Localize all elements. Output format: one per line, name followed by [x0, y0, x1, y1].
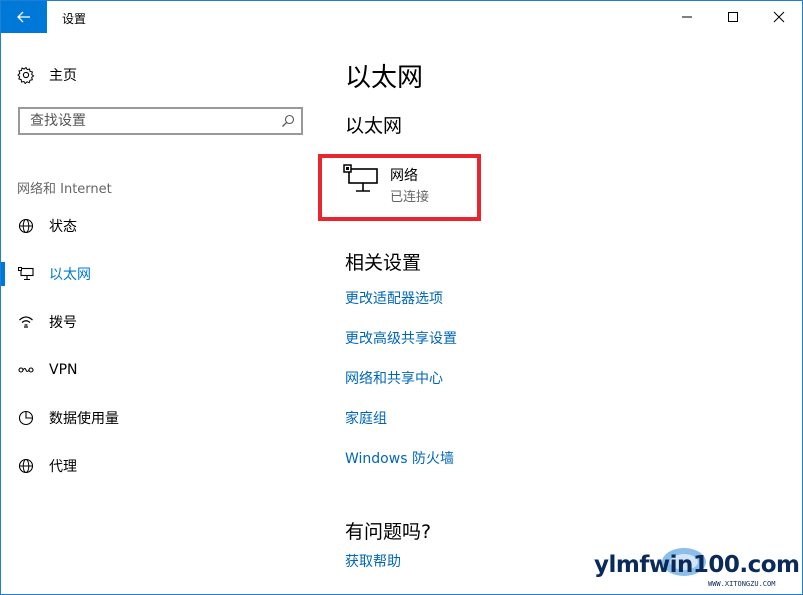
close-icon [773, 11, 785, 23]
sidebar-item-label: VPN [49, 362, 78, 378]
ethernet-icon [343, 164, 378, 192]
dialup-icon [17, 314, 35, 330]
related-settings-heading: 相关设置 [345, 252, 422, 274]
home-nav-item[interactable]: 主页 [17, 65, 77, 85]
minimize-icon [682, 16, 692, 18]
advanced-sharing-settings-link[interactable]: 更改高级共享设置 [345, 328, 457, 348]
sidebar-item-label: 拨号 [49, 315, 77, 331]
network-connection-tile[interactable]: 网络 已连接 [343, 164, 473, 206]
minimize-button[interactable] [664, 1, 710, 33]
search-icon[interactable] [281, 114, 295, 128]
windows-firewall-link[interactable]: Windows 防火墙 [345, 448, 454, 468]
settings-window: 设置 主页 网络和 Internet [0, 0, 803, 595]
sidebar-item-label: 以太网 [49, 267, 91, 283]
gear-icon [17, 66, 35, 84]
active-indicator [1, 262, 5, 286]
globe-icon [17, 218, 35, 234]
sidebar-item-status[interactable]: 状态 [1, 208, 311, 244]
window-title: 设置 [62, 12, 87, 26]
network-status: 已连接 [390, 190, 430, 205]
sidebar-item-data-usage[interactable]: 数据使用量 [1, 400, 311, 436]
category-heading: 网络和 Internet [17, 182, 112, 197]
globe-icon [17, 458, 35, 474]
network-sharing-center-link[interactable]: 网络和共享中心 [345, 368, 443, 388]
close-button[interactable] [756, 1, 802, 33]
sidebar-item-label: 代理 [49, 459, 77, 475]
maximize-icon [728, 12, 738, 22]
search-input[interactable] [20, 109, 280, 133]
vpn-icon [17, 362, 35, 378]
sidebar-item-label: 状态 [49, 219, 77, 235]
sidebar-item-dialup[interactable]: 拨号 [1, 304, 311, 340]
search-box[interactable] [18, 107, 303, 135]
help-heading: 有问题吗? [345, 521, 432, 543]
get-help-link[interactable]: 获取帮助 [345, 551, 401, 571]
sidebar-item-label: 数据使用量 [49, 411, 119, 427]
network-name: 网络 [390, 168, 418, 184]
change-adapter-options-link[interactable]: 更改适配器选项 [345, 288, 443, 308]
back-button[interactable] [1, 1, 47, 33]
sidebar-item-proxy[interactable]: 代理 [1, 448, 311, 484]
back-arrow-icon [17, 11, 30, 23]
homegroup-link[interactable]: 家庭组 [345, 408, 387, 428]
sidebar-item-ethernet[interactable]: 以太网 [1, 256, 311, 292]
maximize-button[interactable] [710, 1, 756, 33]
section-title: 以太网 [345, 115, 403, 137]
ethernet-icon [17, 266, 35, 282]
page-title: 以太网 [345, 63, 424, 93]
data-usage-icon [17, 410, 35, 426]
sidebar-item-vpn[interactable]: VPN [1, 352, 311, 388]
title-bar: 设置 [1, 1, 802, 33]
home-label: 主页 [49, 68, 77, 84]
